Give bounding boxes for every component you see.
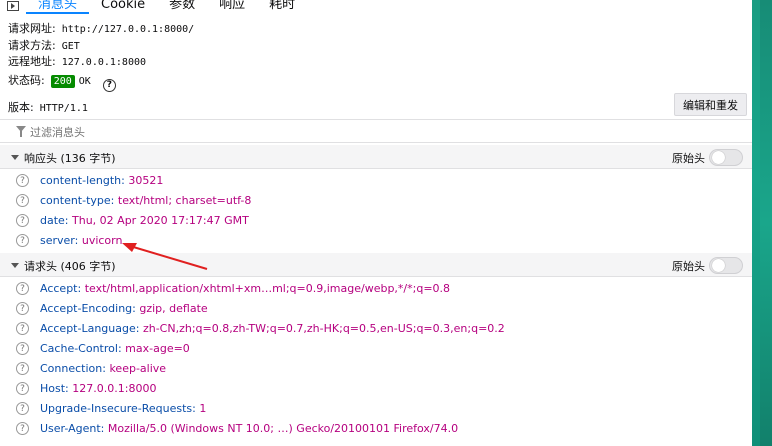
background-window-strip-dark <box>760 0 772 446</box>
red-arrow-annotation <box>122 243 208 270</box>
headers-panel: 消息头 Cookie 参数 响应 耗时 请求网址: http://127.0.0.… <box>0 0 752 446</box>
arrow-shaft <box>129 245 208 270</box>
